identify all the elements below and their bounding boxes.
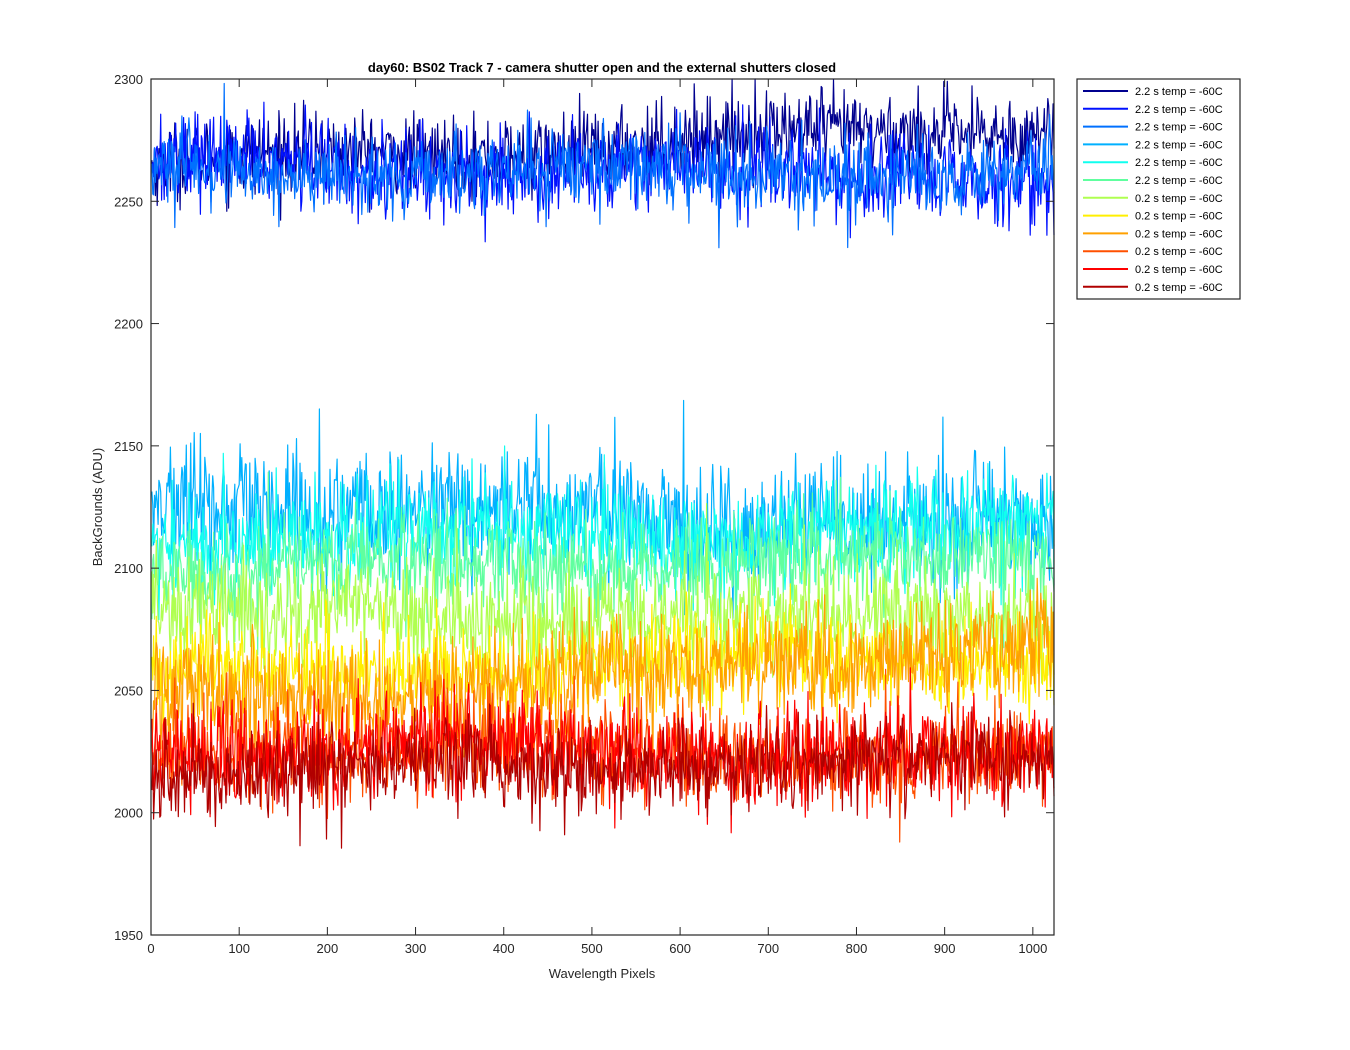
y-tick-label: 2000 [114,806,143,821]
legend-entry-label: 0.2 s temp = -60C [1135,282,1223,294]
x-tick-label: 600 [669,941,691,956]
legend-entry-label: 0.2 s temp = -60C [1135,193,1223,205]
legend-entry-label: 2.2 s temp = -60C [1135,157,1223,169]
legend-entry-label: 0.2 s temp = -60C [1135,228,1223,240]
y-tick-label: 2150 [114,439,143,454]
x-tick-label: 300 [405,941,427,956]
legend-entry-label: 0.2 s temp = -60C [1135,264,1223,276]
x-tick-label: 1000 [1018,941,1047,956]
y-tick-label: 1950 [114,928,143,943]
legend: 2.2 s temp = -60C 2.2 s temp = -60C 2.2 s … [1076,78,1241,300]
x-tick-label: 800 [846,941,868,956]
x-tick-label: 0 [147,941,154,956]
x-tick-label: 700 [757,941,779,956]
chart-title: day60: BS02 Track 7 - camera shutter ope… [368,60,836,75]
legend-entry-label: 2.2 s temp = -60C [1135,104,1223,116]
y-tick-label: 2200 [114,317,143,332]
x-tick-label: 400 [493,941,515,956]
x-axis-label: Wavelength Pixels [549,966,656,981]
y-tick-label: 2100 [114,561,143,576]
legend-entry-label: 2.2 s temp = -60C [1135,86,1223,98]
x-tick-label: 900 [934,941,956,956]
x-tick-label: 200 [317,941,339,956]
y-tick-label: 2300 [114,72,143,87]
x-tick-label: 500 [581,941,603,956]
legend-entry-label: 2.2 s temp = -60C [1135,122,1223,134]
legend-entry-label: 2.2 s temp = -60C [1135,139,1223,151]
legend-entry-label: 0.2 s temp = -60C [1135,246,1223,258]
chart: 0 100 200 300 400 500 600 700 800 900 1000 1950 200… [90,60,1241,981]
y-tick-label: 2250 [114,194,143,209]
x-tick-label: 100 [228,941,250,956]
y-axis-label: BackGrounds (ADU) [90,448,105,566]
y-tick-label: 2050 [114,683,143,698]
legend-entry-label: 2.2 s temp = -60C [1135,175,1223,187]
legend-entry-label: 0.2 s temp = -60C [1135,211,1223,223]
